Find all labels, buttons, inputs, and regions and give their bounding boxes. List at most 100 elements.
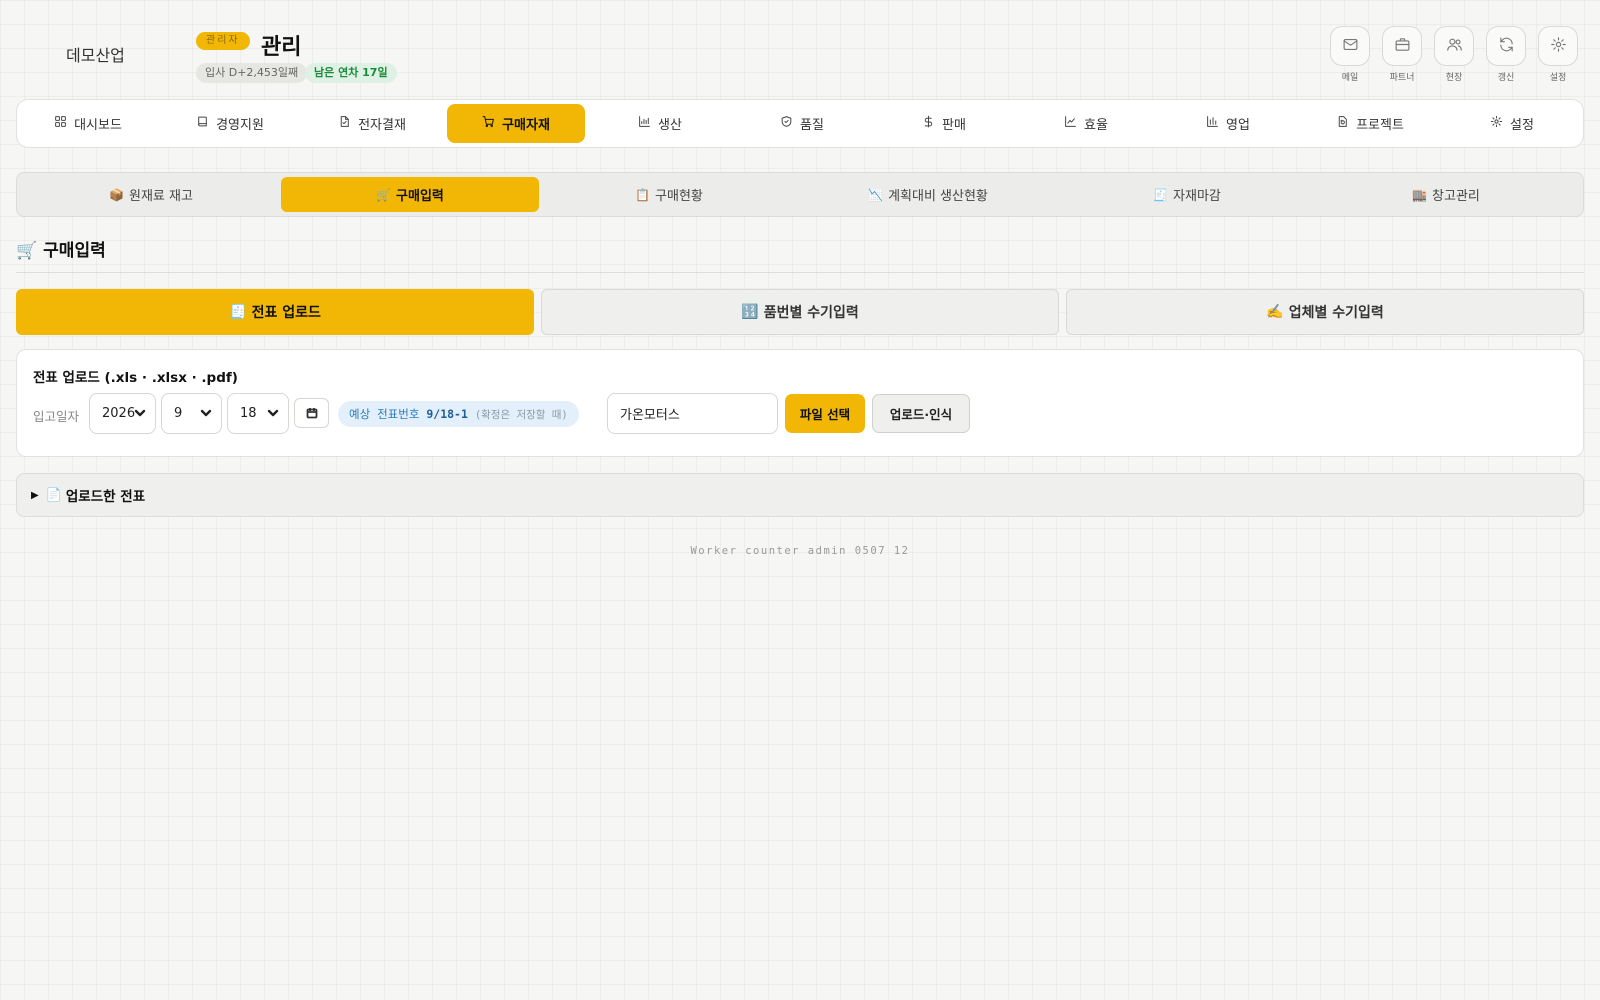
receipt-icon: 🧾 — [1153, 187, 1169, 202]
subnav-purchase-status[interactable]: 📋 구매현황 — [540, 177, 798, 212]
nav-sales[interactable]: 판매 — [877, 104, 1011, 143]
clipboard-icon: 📋 — [635, 187, 651, 202]
card-title: 전표 업로드 (.xls · .xlsx · .pdf) — [33, 370, 238, 386]
subnav-label: 창고관리 — [1432, 189, 1480, 204]
slip-prefix: 예상 전표번호 — [349, 407, 420, 421]
field-button[interactable] — [1434, 26, 1474, 66]
footer-debug-text: Worker counter admin 0507 12 — [690, 545, 910, 557]
column-chart-icon — [1206, 115, 1226, 132]
nav-management[interactable]: 경영지원 — [163, 104, 297, 143]
briefcase-icon — [1394, 36, 1411, 57]
nav-project[interactable]: 프로젝트 — [1303, 104, 1437, 143]
users-icon — [1446, 36, 1463, 57]
nav-label: 경영지원 — [216, 118, 264, 133]
expected-slip-number: 예상 전표번호 9/18-1 (확정은 저장할 때) — [338, 401, 579, 427]
mail-action[interactable]: 메일 — [1329, 26, 1371, 83]
choose-file-button[interactable]: 파일 선택 — [785, 394, 865, 433]
mail-button[interactable] — [1330, 26, 1370, 66]
tab-manual-by-part[interactable]: 🔢 품번별 수기입력 — [541, 289, 1059, 335]
date-picker-button[interactable] — [294, 398, 329, 428]
subnav-raw-material-stock[interactable]: 📦 원재료 재고 — [22, 177, 280, 212]
warehouse-icon: 🏬 — [1412, 187, 1428, 202]
writing-hand-icon: ✍️ — [1266, 304, 1284, 320]
month-select[interactable]: 9 — [161, 393, 222, 434]
subnav-warehouse[interactable]: 🏬 창고관리 — [1317, 177, 1575, 212]
main-nav: 대시보드 경영지원 전자결재 구매자재 생산 품질 판매 효율 영업 프로젝트 … — [16, 99, 1584, 148]
day-value: 18 — [240, 406, 257, 421]
subnav-material-closing[interactable]: 🧾 자재마감 — [1058, 177, 1316, 212]
field-action[interactable]: 현장 — [1433, 26, 1475, 83]
page-title-text: 구매입력 — [43, 241, 106, 261]
nav-purchasing[interactable]: 구매자재 — [447, 104, 585, 143]
numbers-icon: 🔢 — [741, 304, 759, 320]
chart-down-icon: 📉 — [868, 187, 884, 202]
partner-action[interactable]: 파트너 — [1381, 26, 1423, 83]
document-icon: 📄 — [45, 487, 62, 503]
tab-label: 업체별 수기입력 — [1288, 305, 1384, 321]
sub-nav: 📦 원재료 재고 🛒 구매입력 📋 구매현황 📉 계획대비 생산현황 🧾 자재마… — [16, 172, 1584, 217]
subnav-label: 자재마감 — [1173, 189, 1221, 204]
refresh-button[interactable] — [1486, 26, 1526, 66]
rotate-icon — [1336, 115, 1356, 132]
company-name: 데모산업 — [66, 46, 125, 65]
nav-label: 대시보드 — [74, 118, 122, 133]
tab-manual-by-vendor[interactable]: ✍️ 업체별 수기입력 — [1066, 289, 1584, 335]
nav-settings[interactable]: 설정 — [1445, 104, 1579, 143]
refresh-label: 갱신 — [1497, 73, 1515, 83]
year-value: 2026 — [102, 406, 136, 421]
chevron-down-icon — [267, 407, 279, 419]
gear-icon — [1490, 115, 1510, 132]
tab-slip-upload[interactable]: 🧾 전표 업로드 — [16, 289, 534, 335]
settings-action[interactable]: 설정 — [1537, 26, 1579, 83]
nav-efficiency[interactable]: 효율 — [1019, 104, 1153, 143]
nav-label: 효율 — [1084, 118, 1108, 133]
partner-button[interactable] — [1382, 26, 1422, 66]
slip-note: (확정은 저장할 때) — [474, 409, 568, 421]
cart-icon: 🛒 — [376, 187, 392, 202]
package-icon: 📦 — [109, 187, 124, 202]
mail-label: 메일 — [1341, 73, 1359, 83]
nav-label: 생산 — [658, 118, 682, 133]
year-select[interactable]: 2026 — [89, 393, 156, 434]
subnav-purchase-entry[interactable]: 🛒 구매입력 — [281, 177, 539, 212]
nav-quality[interactable]: 품질 — [735, 104, 869, 143]
partner-label: 파트너 — [1389, 73, 1415, 83]
receipt-icon: 🧾 — [229, 304, 247, 320]
grid-icon — [54, 115, 74, 132]
user-name: 관리 — [261, 35, 302, 60]
receipt-date-label: 입고일자 — [33, 409, 80, 424]
refresh-action[interactable]: 갱신 — [1485, 26, 1527, 83]
book-icon — [196, 115, 216, 132]
divider — [16, 272, 1584, 273]
nav-label: 전자결재 — [358, 118, 406, 133]
bar-chart-icon — [638, 115, 658, 132]
nav-approval[interactable]: 전자결재 — [305, 104, 439, 143]
upload-recognize-button[interactable]: 업로드·인식 — [872, 394, 970, 433]
slip-number: 9/18-1 — [426, 407, 468, 421]
settings-button[interactable] — [1538, 26, 1578, 66]
nav-business[interactable]: 영업 — [1161, 104, 1295, 143]
page-title: 🛒 구매입력 — [16, 236, 106, 261]
cart-icon: 🛒 — [16, 241, 38, 261]
uploaded-slips-toggle[interactable]: ▶ 📄 업로드한 전표 — [16, 473, 1584, 517]
subnav-label: 구매현황 — [655, 189, 703, 204]
document-check-icon — [338, 115, 358, 132]
refresh-icon — [1498, 36, 1515, 57]
remaining-leave-chip: 남은 연차 17일 — [305, 63, 397, 83]
vendor-input[interactable] — [607, 393, 778, 434]
uploaded-slips-label: 업로드한 전표 — [65, 489, 146, 505]
nav-label: 영업 — [1226, 118, 1250, 133]
role-badge: 관리자 — [196, 32, 250, 50]
settings-label: 설정 — [1549, 73, 1567, 83]
day-select[interactable]: 18 — [227, 393, 289, 434]
nav-production[interactable]: 생산 — [593, 104, 727, 143]
nav-label: 설정 — [1510, 118, 1534, 133]
nav-dashboard[interactable]: 대시보드 — [21, 104, 155, 143]
subnav-label: 원재료 재고 — [129, 189, 193, 204]
subnav-plan-vs-production[interactable]: 📉 계획대비 생산현황 — [799, 177, 1057, 212]
slip-upload-card: 전표 업로드 (.xls · .xlsx · .pdf) 입고일자 2026 9… — [16, 349, 1584, 457]
expand-triangle-icon: ▶ — [31, 489, 39, 501]
nav-label: 판매 — [942, 118, 966, 133]
field-label: 현장 — [1445, 73, 1463, 83]
tab-label: 전표 업로드 — [251, 305, 321, 321]
